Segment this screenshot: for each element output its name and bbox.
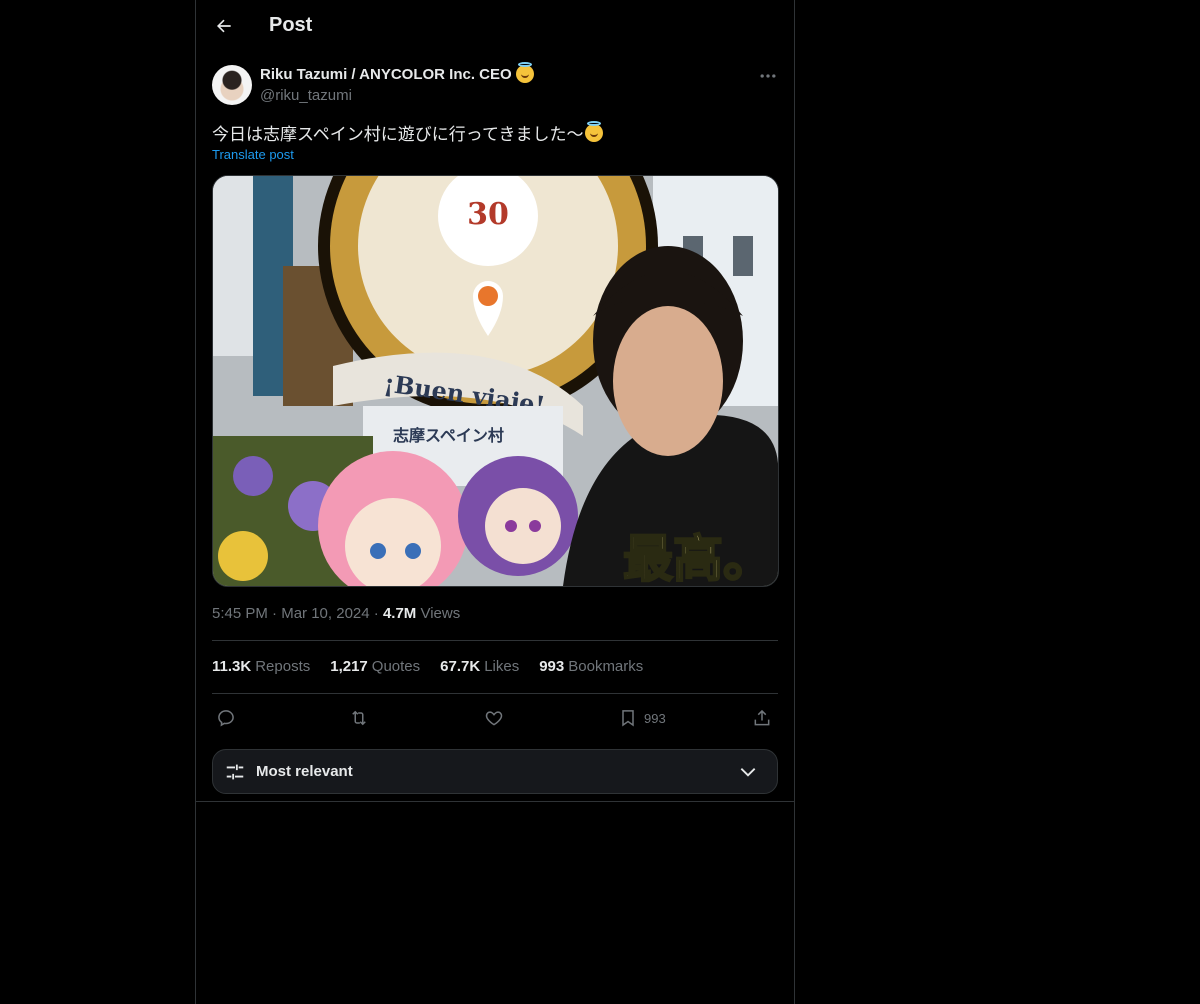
views-count: 4.7M xyxy=(382,605,417,622)
post-text-body: 今日は志摩スペイン村に遊びに行ってきました〜 xyxy=(212,125,584,145)
more-dots-icon xyxy=(760,74,776,78)
post-stats: 11.3K Reposts 1,217 Quotes 67.7K Likes 993 B… xyxy=(212,658,643,675)
share-button[interactable] xyxy=(752,704,772,732)
sliders-icon xyxy=(226,764,244,780)
reply-sort-dropdown[interactable]: Most relevant xyxy=(212,749,778,794)
repost-icon xyxy=(352,710,366,726)
repost-button[interactable] xyxy=(348,704,370,732)
reply-button[interactable] xyxy=(216,704,236,732)
header: Post xyxy=(196,0,794,54)
divider xyxy=(212,693,778,694)
bookmark-count: 993 xyxy=(644,710,666,726)
post-image[interactable]: 30 ¡Buen viaje! 志摩スペイン村 最高。 xyxy=(212,175,779,587)
medallion-text: 30 xyxy=(467,197,509,232)
reposts-stat[interactable]: 11.3K Reposts xyxy=(212,658,310,675)
bookmarks-stat[interactable]: 993 Bookmarks xyxy=(539,658,643,675)
post-column: Post Riku Tazumi / ANYCOLOR Inc. CEO @ri… xyxy=(195,0,795,1004)
quotes-label: Quotes xyxy=(371,658,421,675)
views-label: Views xyxy=(420,605,461,622)
reposts-label: Reposts xyxy=(255,658,311,675)
action-bar: 993 xyxy=(212,704,778,732)
author-name[interactable]: Riku Tazumi / ANYCOLOR Inc. CEO xyxy=(260,62,534,83)
likes-count: 67.7K xyxy=(440,658,481,675)
halo-face-emoji-icon xyxy=(585,120,604,142)
meta-separator: · xyxy=(272,605,282,622)
author-handle[interactable]: @riku_tazumi xyxy=(260,87,352,104)
reposts-count: 11.3K xyxy=(212,658,252,675)
reply-icon xyxy=(218,710,234,727)
quotes-count: 1,217 xyxy=(330,658,368,675)
sign-subtext: 志摩スペイン村 xyxy=(393,426,504,445)
bookmark-icon xyxy=(622,710,634,727)
author-name-text: Riku Tazumi / ANYCOLOR Inc. CEO xyxy=(260,65,512,83)
post-date[interactable]: Mar 10, 2024 xyxy=(281,605,369,622)
back-button[interactable] xyxy=(207,9,241,43)
share-icon xyxy=(754,709,770,726)
likes-stat[interactable]: 67.7K Likes xyxy=(440,658,519,675)
translate-post-link[interactable]: Translate post xyxy=(212,147,294,162)
chevron-down-icon xyxy=(740,768,756,777)
post-meta: 5:45 PM · Mar 10, 2024 · 4.7M Views xyxy=(212,605,460,622)
halo-face-emoji-icon xyxy=(515,62,534,83)
post-photo: 30 ¡Buen viaje! 志摩スペイン村 最高。 xyxy=(213,176,778,586)
like-button[interactable] xyxy=(484,704,504,732)
page-title: Post xyxy=(269,14,313,36)
likes-label: Likes xyxy=(484,658,520,675)
back-arrow-icon xyxy=(217,19,231,33)
like-icon xyxy=(485,711,503,726)
bookmark-button[interactable]: 993 xyxy=(618,704,666,732)
bookmarks-label: Bookmarks xyxy=(568,658,644,675)
meta-separator: · xyxy=(373,605,383,622)
divider xyxy=(196,801,794,802)
post-time[interactable]: 5:45 PM xyxy=(212,605,268,622)
overlay-text: 最高。 xyxy=(623,530,773,586)
quotes-stat[interactable]: 1,217 Quotes xyxy=(330,658,420,675)
sort-label: Most relevant xyxy=(256,763,353,780)
divider xyxy=(212,640,778,641)
bookmarks-count: 993 xyxy=(539,658,565,675)
more-options-button[interactable] xyxy=(756,64,780,88)
post-text: 今日は志摩スペイン村に遊びに行ってきました〜 xyxy=(212,120,604,145)
avatar[interactable] xyxy=(212,65,252,105)
